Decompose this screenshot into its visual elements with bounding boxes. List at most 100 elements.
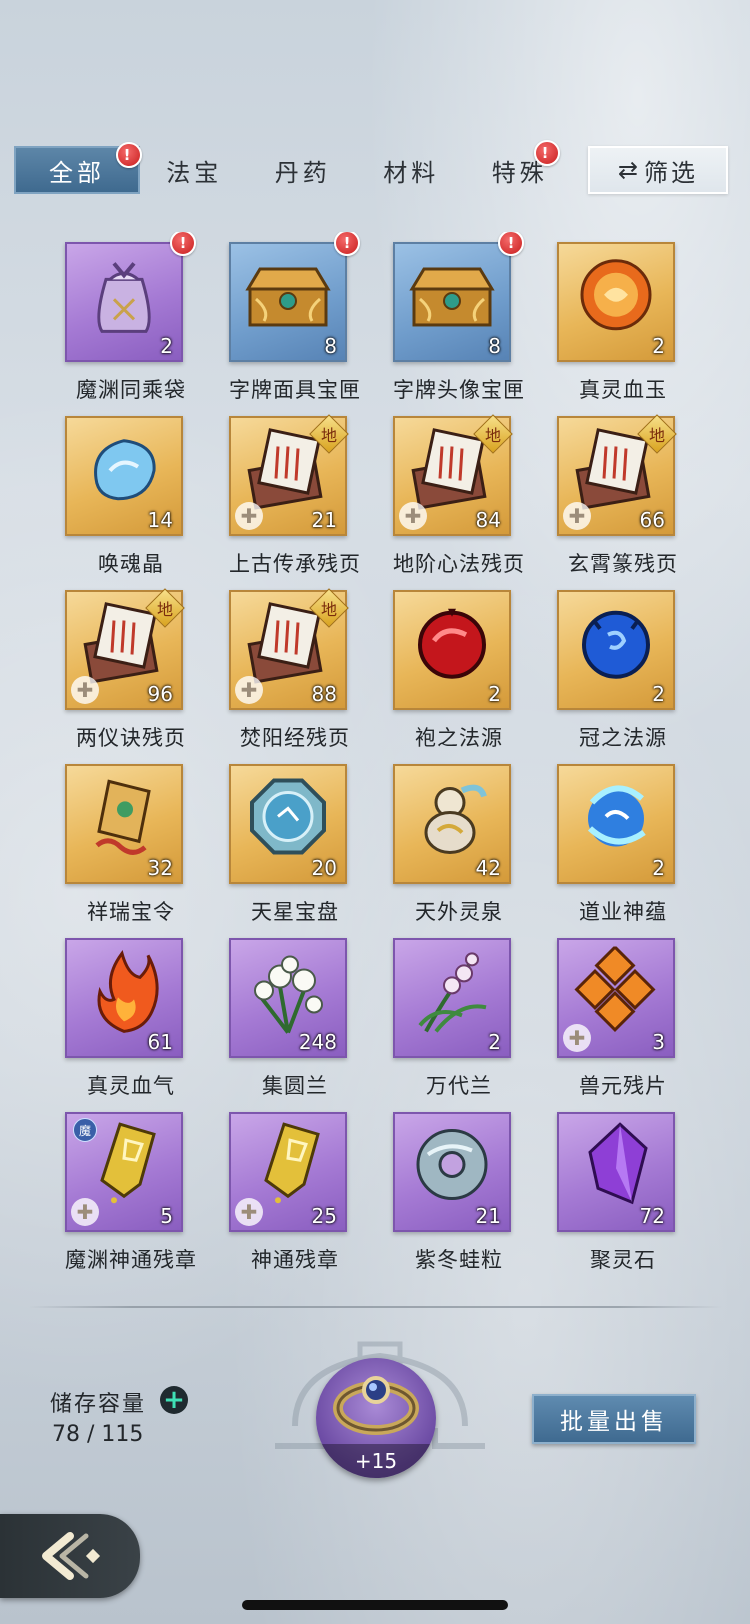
blue-crystal-icon: [82, 427, 166, 515]
inventory-item[interactable]: 2 万代兰: [376, 928, 542, 1100]
inventory-item[interactable]: 2! 魔渊同乘袋: [48, 232, 214, 404]
item-slot: ✚ 25: [229, 1112, 347, 1232]
item-count: 20: [311, 856, 337, 880]
puzzle-fragment-icon: ✚: [71, 676, 99, 704]
item-name: 焚阳经残页: [240, 726, 350, 750]
inventory-item[interactable]: 14 唤魂晶: [48, 406, 214, 578]
item-slot: 14: [65, 416, 183, 536]
tab-special[interactable]: 特殊 !: [466, 140, 574, 194]
inventory-item[interactable]: 2 真灵血玉: [540, 232, 704, 404]
item-name: 天星宝盘: [251, 900, 339, 924]
item-count: 42: [475, 856, 501, 880]
item-slot: 42: [393, 764, 511, 884]
item-slot: 8: [393, 242, 511, 362]
item-name: 字牌面具宝匣: [229, 378, 361, 402]
inventory-item[interactable]: 8! 字牌头像宝匣: [376, 232, 542, 404]
inventory-item[interactable]: 地 ✚ 84 地阶心法残页: [376, 406, 542, 578]
inventory-item[interactable]: 248 集圆兰: [212, 928, 378, 1100]
tab-pills-label: 丹药: [274, 158, 331, 187]
chest-icon: [240, 255, 336, 339]
item-slot: 地 ✚ 66: [557, 414, 677, 536]
item-count: 21: [475, 1204, 501, 1228]
item-count: 2: [652, 682, 665, 706]
inventory-item[interactable]: 魔 ✚ 5 魔渊神通残章: [48, 1102, 214, 1274]
item-name: 魔渊同乘袋: [76, 378, 186, 402]
equipped-ring-slot[interactable]: +15: [316, 1358, 436, 1478]
item-count: 25: [311, 1204, 337, 1228]
white-orchid-icon: [240, 946, 336, 1038]
item-slot: 2: [557, 764, 675, 884]
inventory-item[interactable]: 地 ✚ 21 上古传承残页: [212, 406, 378, 578]
item-name: 道业神蕴: [579, 900, 667, 924]
inventory-item[interactable]: 地 ✚ 96 两仪诀残页: [48, 580, 214, 752]
item-slot: 地 ✚ 96: [65, 588, 185, 710]
item-name: 神通残章: [251, 1248, 339, 1272]
item-name: 万代兰: [426, 1074, 492, 1098]
item-alert-badge: !: [170, 232, 196, 256]
storage-capacity-value: 78 / 115: [52, 1422, 144, 1447]
back-arrow-icon: [42, 1532, 101, 1580]
inventory-item[interactable]: 32 祥瑞宝令: [48, 754, 214, 926]
swap-arrows-icon: ⇄: [617, 156, 639, 184]
item-name: 兽元残片: [579, 1074, 667, 1098]
tab-artifacts-label: 法宝: [166, 158, 223, 187]
item-slot: 地 ✚ 84: [393, 414, 513, 536]
expand-storage-button[interactable]: +: [160, 1386, 188, 1414]
back-button[interactable]: [0, 1514, 140, 1598]
inventory-item[interactable]: 2 冠之法源: [540, 580, 704, 752]
item-count: 61: [147, 1030, 173, 1054]
bulk-sell-button[interactable]: 批量出售: [532, 1394, 696, 1444]
item-count: 32: [147, 856, 173, 880]
grade-tag-label: 地: [320, 599, 338, 619]
inventory-item[interactable]: 2 道业神蕴: [540, 754, 704, 926]
item-slot: 魔 ✚ 5: [65, 1112, 183, 1232]
ring-enhance-level: +15: [316, 1444, 436, 1478]
orchid-sprig-icon: [406, 945, 498, 1039]
tab-pills[interactable]: 丹药: [249, 146, 357, 194]
inventory-item[interactable]: 地 ✚ 66 玄霄篆残页: [540, 406, 704, 578]
item-name: 上古传承残页: [229, 552, 361, 576]
storage-capacity-label: 储存容量: [50, 1392, 147, 1417]
category-tabs: 全部 ! 法宝 丹药 材料 特殊 !: [14, 140, 574, 194]
puzzle-fragment-icon: ✚: [563, 1024, 591, 1052]
tab-materials[interactable]: 材料: [357, 146, 465, 194]
item-count: 2: [652, 856, 665, 880]
inventory-item[interactable]: 2 袍之法源: [376, 580, 542, 752]
item-count: 21: [311, 508, 337, 532]
grade-tag-label: 地: [320, 425, 338, 445]
item-count: 96: [147, 682, 173, 706]
puzzle-fragment-icon: ✚: [71, 1198, 99, 1226]
item-name: 聚灵石: [590, 1248, 656, 1272]
item-count: 248: [298, 1030, 337, 1054]
item-name: 字牌头像宝匣: [393, 378, 525, 402]
item-name: 魔渊神通残章: [65, 1248, 197, 1272]
inventory-item[interactable]: ✚ 3 兽元残片: [540, 928, 704, 1100]
tab-artifacts[interactable]: 法宝: [140, 146, 248, 194]
inventory-item[interactable]: 20 天星宝盘: [212, 754, 378, 926]
tab-all-alert-badge: !: [116, 142, 143, 168]
tab-all[interactable]: 全部 !: [14, 142, 143, 194]
item-slot: 20: [229, 764, 347, 884]
item-name: 祥瑞宝令: [87, 900, 175, 924]
item-slot: 8: [229, 242, 347, 362]
inventory-item[interactable]: 21 紫冬蛙粒: [376, 1102, 542, 1274]
item-name: 袍之法源: [415, 726, 503, 750]
purple-crystal-icon: [576, 1118, 656, 1214]
item-count: 72: [639, 1204, 665, 1228]
inventory-item[interactable]: 42 天外灵泉: [376, 754, 542, 926]
category-tabbar: 全部 ! 法宝 丹药 材料 特殊 ! ⇄ 筛选: [14, 140, 728, 194]
inventory-item[interactable]: ✚ 25 神通残章: [212, 1102, 378, 1274]
item-slot: 地 ✚ 88: [229, 588, 349, 710]
inventory-item[interactable]: 61 真灵血气: [48, 928, 214, 1100]
blue-orb-icon: [574, 601, 658, 689]
inventory-item[interactable]: 地 ✚ 88 焚阳经残页: [212, 580, 378, 752]
filter-button[interactable]: ⇄ 筛选: [588, 146, 728, 194]
inventory-item[interactable]: 72 聚灵石: [540, 1102, 704, 1274]
item-slot: 32: [65, 764, 183, 884]
item-slot: 2: [557, 590, 675, 710]
item-slot: 248: [229, 938, 347, 1058]
gourd-icon: [410, 772, 494, 864]
inventory-item[interactable]: 8! 字牌面具宝匣: [212, 232, 378, 404]
item-slot: 2: [393, 590, 511, 710]
beast-shards-icon: [572, 944, 660, 1038]
